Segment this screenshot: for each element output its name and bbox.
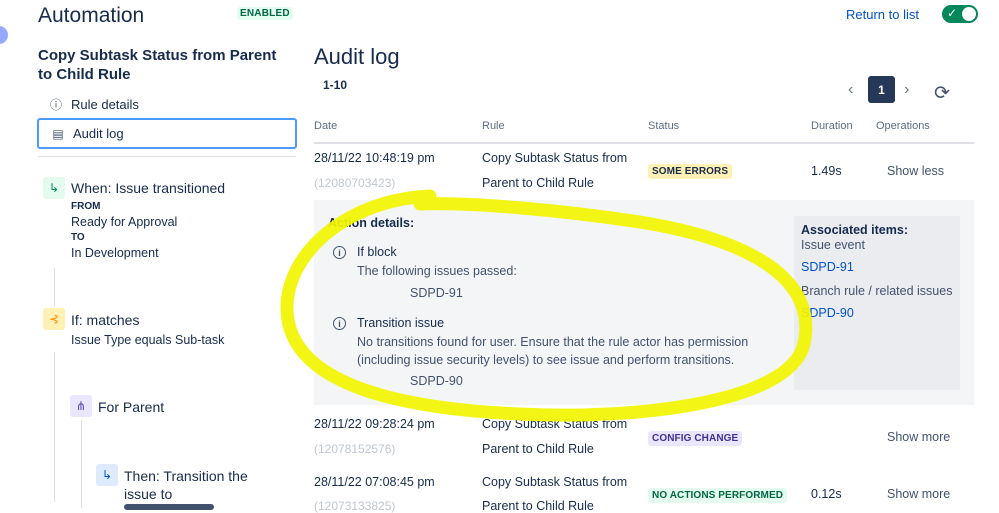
to-value: In Development: [71, 246, 159, 260]
from-value: Ready for Approval: [71, 215, 178, 229]
row-date: 28/11/22 09:28:24 pm: [314, 417, 435, 431]
status-badge: CONFIG CHANGE: [648, 431, 743, 446]
row-execution-id: (12073133825): [314, 499, 396, 513]
column-header-duration: Duration: [811, 120, 853, 132]
row-execution-id: (12080703423): [314, 176, 396, 190]
row-date: 28/11/22 07:08:45 pm: [314, 475, 435, 489]
column-header-rule: Rule: [482, 120, 505, 132]
rule-name: Copy Subtask Status from Parent to Child…: [38, 47, 277, 83]
associated-items-heading: Associated items:: [801, 223, 908, 237]
step-connector: [54, 268, 55, 306]
left-edge-indicator: [0, 26, 8, 44]
row-date: 28/11/22 10:48:19 pm: [314, 151, 435, 165]
sidebar-item-audit-log[interactable]: ▤ Audit log: [37, 118, 297, 149]
action-issue-key: SDPD-90: [410, 374, 463, 388]
trigger-icon: ↳: [43, 177, 65, 199]
check-icon: ✓: [947, 6, 958, 20]
show-more-button[interactable]: Show more: [887, 487, 950, 501]
issue-link[interactable]: SDPD-90: [801, 306, 854, 320]
row-rule-name-line2[interactable]: Parent to Child Rule: [482, 176, 594, 190]
action-title: Transition issue: [357, 316, 445, 330]
action-icon: ↳: [96, 464, 118, 486]
toggle-knob: [962, 7, 976, 21]
step-connector: [81, 420, 82, 508]
row-execution-id: (12078152576): [314, 442, 396, 456]
hierarchy-icon: ⋔: [70, 395, 92, 417]
document-icon: ▤: [52, 126, 64, 141]
info-icon: i: [333, 246, 346, 259]
status-badge: SOME ERRORS: [648, 164, 733, 179]
show-less-button[interactable]: Show less: [887, 164, 944, 178]
sidebar-item-label: Rule details: [71, 97, 139, 112]
action-step-title[interactable]: Then: Transition the issue to: [124, 467, 264, 503]
row-rule-name[interactable]: Copy Subtask Status from: [482, 475, 627, 489]
action-message: No transitions found for user. Ensure th…: [357, 335, 749, 349]
sidebar-item-rule-details[interactable]: ⓘ Rule details: [37, 89, 297, 120]
action-issue-key: SDPD-91: [410, 286, 463, 300]
return-to-list-link[interactable]: Return to list: [846, 7, 919, 22]
page-button-current[interactable]: 1: [868, 76, 895, 103]
issue-link[interactable]: SDPD-91: [801, 260, 854, 274]
enabled-badge: ENABLED: [237, 7, 293, 20]
trigger-step-title[interactable]: When: Issue transitioned: [71, 180, 225, 196]
branch-rule-label: Branch rule / related issues: [801, 284, 953, 298]
step-connector: [54, 352, 55, 502]
row-rule-name-line2[interactable]: Parent to Child Rule: [482, 499, 594, 513]
action-title: If block: [357, 245, 397, 259]
row-duration: 0.12s: [811, 487, 842, 501]
row-rule-name[interactable]: Copy Subtask Status from: [482, 151, 627, 165]
action-message-line2: (including issue security levels) to see…: [357, 353, 735, 367]
action-details-heading: Action details:: [328, 216, 415, 230]
table-header-divider: [314, 142, 974, 144]
issue-event-label: Issue event: [801, 238, 865, 252]
show-more-button[interactable]: Show more: [887, 430, 950, 444]
page-title: Audit log: [314, 44, 400, 69]
row-rule-name[interactable]: Copy Subtask Status from: [482, 417, 627, 431]
branch-step-title[interactable]: For Parent: [98, 399, 164, 415]
chevron-right-icon[interactable]: ›: [904, 81, 909, 99]
action-message: The following issues passed:: [357, 264, 517, 278]
row-duration: 1.49s: [811, 164, 842, 178]
column-header-date: Date: [314, 120, 338, 132]
app-title: Automation: [38, 4, 145, 27]
row-rule-name-line2[interactable]: Parent to Child Rule: [482, 442, 594, 456]
condition-branch-icon: ⊰: [43, 308, 65, 330]
sidebar-item-label: Audit log: [73, 126, 124, 141]
refresh-icon[interactable]: ⟳: [934, 82, 950, 105]
condition-step-desc: Issue Type equals Sub-task: [71, 333, 225, 347]
to-label: TO: [71, 232, 85, 243]
column-header-operations: Operations: [876, 120, 930, 132]
column-header-status: Status: [648, 120, 680, 132]
status-lozenge-partial: [124, 504, 214, 510]
condition-step-title[interactable]: If: matches: [71, 312, 139, 328]
chevron-left-icon[interactable]: ‹: [848, 81, 853, 99]
info-icon: i: [333, 317, 346, 330]
rule-enabled-toggle[interactable]: ✓: [942, 5, 978, 23]
result-range: 1-10: [323, 78, 348, 92]
from-label: FROM: [71, 201, 101, 212]
info-icon: ⓘ: [49, 98, 62, 112]
sidebar-divider: [38, 156, 296, 157]
status-badge: NO ACTIONS PERFORMED: [648, 488, 788, 503]
